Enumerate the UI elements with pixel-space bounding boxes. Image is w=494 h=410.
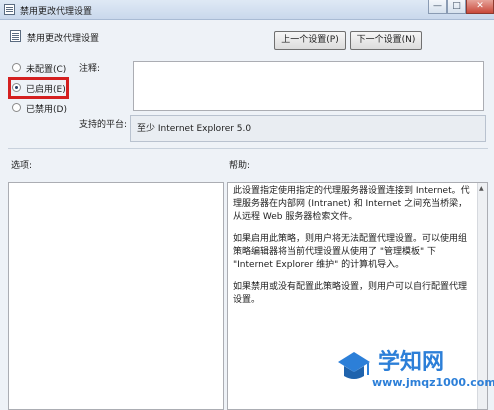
watermark-title: 学知网 <box>378 350 445 375</box>
setting-title: 禁用更改代理设置 <box>27 34 100 44</box>
prev-setting-button[interactable]: 上一个设置(P) <box>274 31 346 50</box>
radio-button[interactable] <box>12 103 21 112</box>
radio-label: 未配置(C) <box>26 65 67 75</box>
radio-button[interactable] <box>12 63 21 72</box>
next-setting-button[interactable]: 下一个设置(N) <box>350 31 422 50</box>
policy-icon <box>4 4 15 15</box>
title-bar: 禁用更改代理设置 <box>0 0 494 20</box>
watermark-logo-icon <box>338 352 370 379</box>
options-panel[interactable] <box>8 182 224 410</box>
help-paragraph: 如果启用此策略，则用户将无法配置代理设置。可以使用组策略编辑器将当前代理设置从使… <box>233 234 468 270</box>
watermark-url: www.jmqz1000.com <box>372 376 494 389</box>
close-button[interactable]: ✕ <box>466 0 494 14</box>
help-label: 帮助: <box>229 161 251 171</box>
red-highlight-box <box>8 77 69 99</box>
help-paragraph: 如果禁用或没有配置此策略设置，则用户可以自行配置代理设置。 <box>233 282 468 305</box>
divider <box>8 148 488 149</box>
maximize-button[interactable]: □ <box>447 0 466 14</box>
platform-field: 至少 Internet Explorer 5.0 <box>130 115 486 142</box>
scroll-up-icon[interactable]: ▲ <box>479 185 484 192</box>
comment-label: 注释: <box>79 64 101 74</box>
platform-value: 至少 Internet Explorer 5.0 <box>137 124 252 134</box>
setting-icon <box>10 30 21 42</box>
window-title: 禁用更改代理设置 <box>20 7 93 17</box>
platform-label: 支持的平台: <box>79 120 128 130</box>
options-label: 选项: <box>11 161 33 171</box>
radio-label: 已禁用(D) <box>26 105 67 115</box>
watermark: 学知网 www.jmqz1000.com <box>334 342 494 402</box>
comment-field[interactable] <box>133 61 484 111</box>
minimize-button[interactable]: — <box>428 0 447 14</box>
help-paragraph: 此设置指定使用指定的代理服务器设置连接到 Internet。代理服务器在内部网 … <box>233 186 470 222</box>
